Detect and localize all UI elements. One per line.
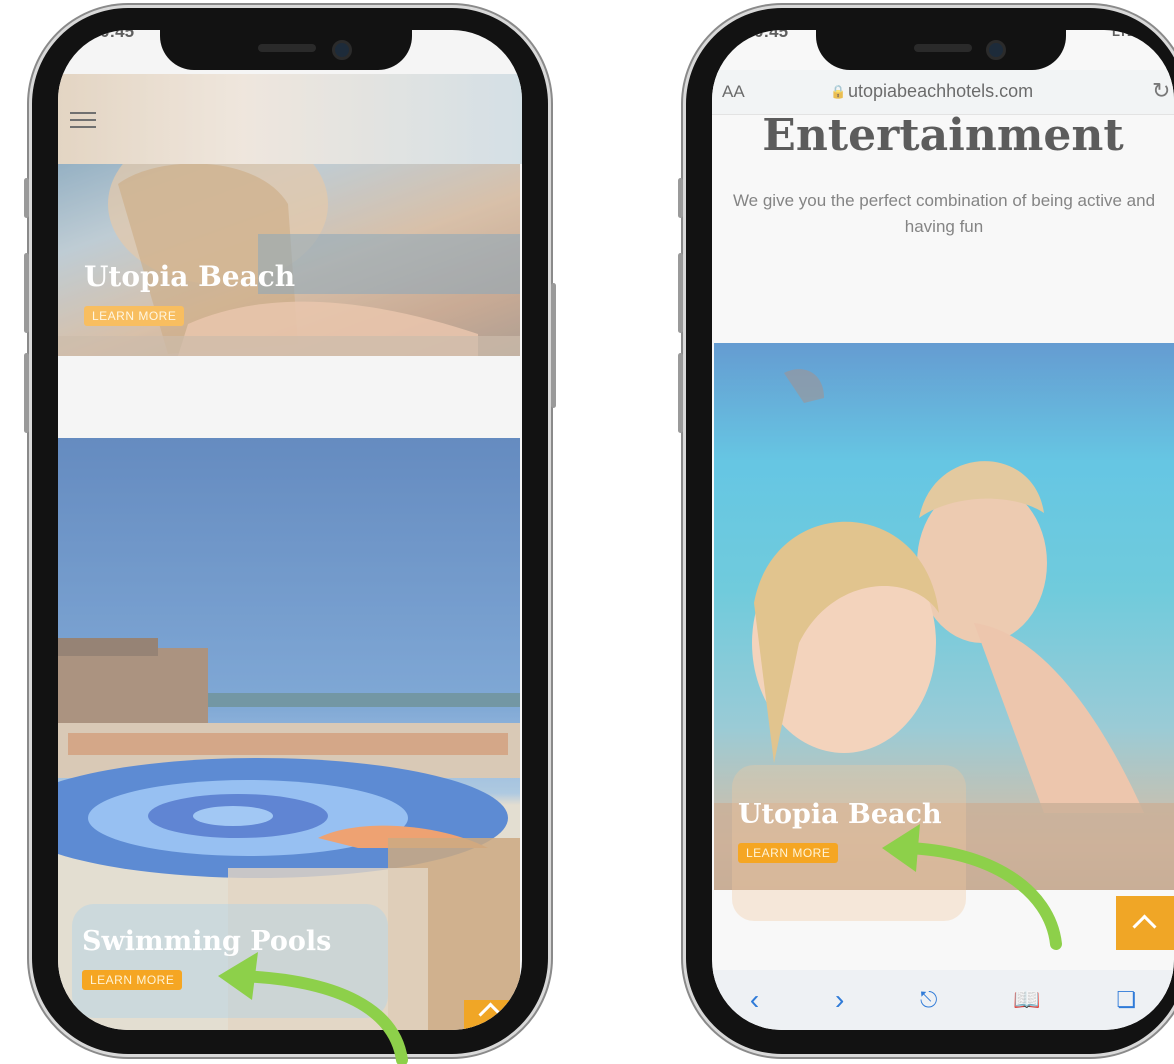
swimming-pools-title: Swimming Pools bbox=[82, 926, 332, 957]
left-volume-down-button bbox=[24, 353, 29, 433]
right-notch bbox=[816, 30, 1066, 70]
reload-icon[interactable]: ↻ bbox=[1152, 78, 1170, 104]
right-scroll-to-top-button[interactable] bbox=[1116, 896, 1174, 950]
chevron-up-icon bbox=[478, 1002, 503, 1027]
section-subtitle: We give you the perfect combination of b… bbox=[732, 191, 1156, 236]
left-scroll-to-top-button[interactable] bbox=[464, 1000, 522, 1030]
right-utopia-beach-title: Utopia Beach bbox=[738, 799, 942, 830]
swimming-pools-learn-more-button[interactable]: LEARN MORE bbox=[82, 970, 183, 990]
share-icon[interactable]: ⎋ bbox=[920, 987, 937, 1013]
right-speaker bbox=[914, 44, 972, 52]
left-power-button bbox=[551, 283, 556, 408]
right-side-button bbox=[678, 178, 683, 218]
address-bar: AA 🔒 utopiabeachhotels.com ↻ bbox=[712, 70, 1174, 115]
left-speaker bbox=[258, 44, 316, 52]
right-volume-up-button bbox=[678, 253, 683, 333]
left-phone-screen: 0:45 Utopia Beach LEARN MORE Swimming Po… bbox=[58, 30, 522, 1030]
right-phone-screen: 0:45 LTE AA 🔒 utopiabeachhotels.com ↻ En… bbox=[712, 30, 1174, 1030]
utopia-beach-card: Utopia Beach LEARN MORE bbox=[732, 765, 966, 921]
tabs-icon[interactable]: ❏ bbox=[1116, 987, 1136, 1013]
utopia-beach-image: Utopia Beach LEARN MORE bbox=[58, 164, 520, 356]
right-chevron-up-icon bbox=[1132, 914, 1157, 939]
section-title: Entertainment bbox=[762, 110, 1124, 161]
right-volume-down-button bbox=[678, 353, 683, 433]
lock-icon: 🔒 bbox=[830, 84, 847, 99]
hamburger-menu-icon[interactable] bbox=[70, 112, 96, 130]
forward-icon[interactable]: › bbox=[835, 984, 844, 1016]
back-icon[interactable]: ‹ bbox=[750, 984, 759, 1016]
right-learn-more-button[interactable]: LEARN MORE bbox=[738, 843, 839, 863]
right-status-time: 0:45 bbox=[754, 30, 789, 41]
reader-aa-button[interactable]: AA bbox=[722, 82, 745, 102]
left-notch bbox=[160, 30, 412, 70]
utopia-beach-learn-more-button[interactable]: LEARN MORE bbox=[84, 306, 185, 326]
right-signal-lte: LTE bbox=[1112, 30, 1136, 39]
left-side-button bbox=[24, 178, 29, 218]
url-field[interactable]: utopiabeachhotels.com bbox=[848, 81, 1033, 102]
browser-toolbar: ‹ › ⎋ 📖 ❏ bbox=[712, 970, 1174, 1030]
right-camera bbox=[986, 40, 1006, 60]
utopia-beach-title: Utopia Beach bbox=[84, 260, 296, 293]
left-camera bbox=[332, 40, 352, 60]
left-header bbox=[58, 74, 522, 164]
left-status-time: 0:45 bbox=[100, 30, 135, 41]
left-volume-up-button bbox=[24, 253, 29, 333]
bookmarks-icon[interactable]: 📖 bbox=[1013, 987, 1040, 1013]
swimming-pools-card: Swimming Pools LEARN MORE bbox=[72, 904, 388, 1018]
